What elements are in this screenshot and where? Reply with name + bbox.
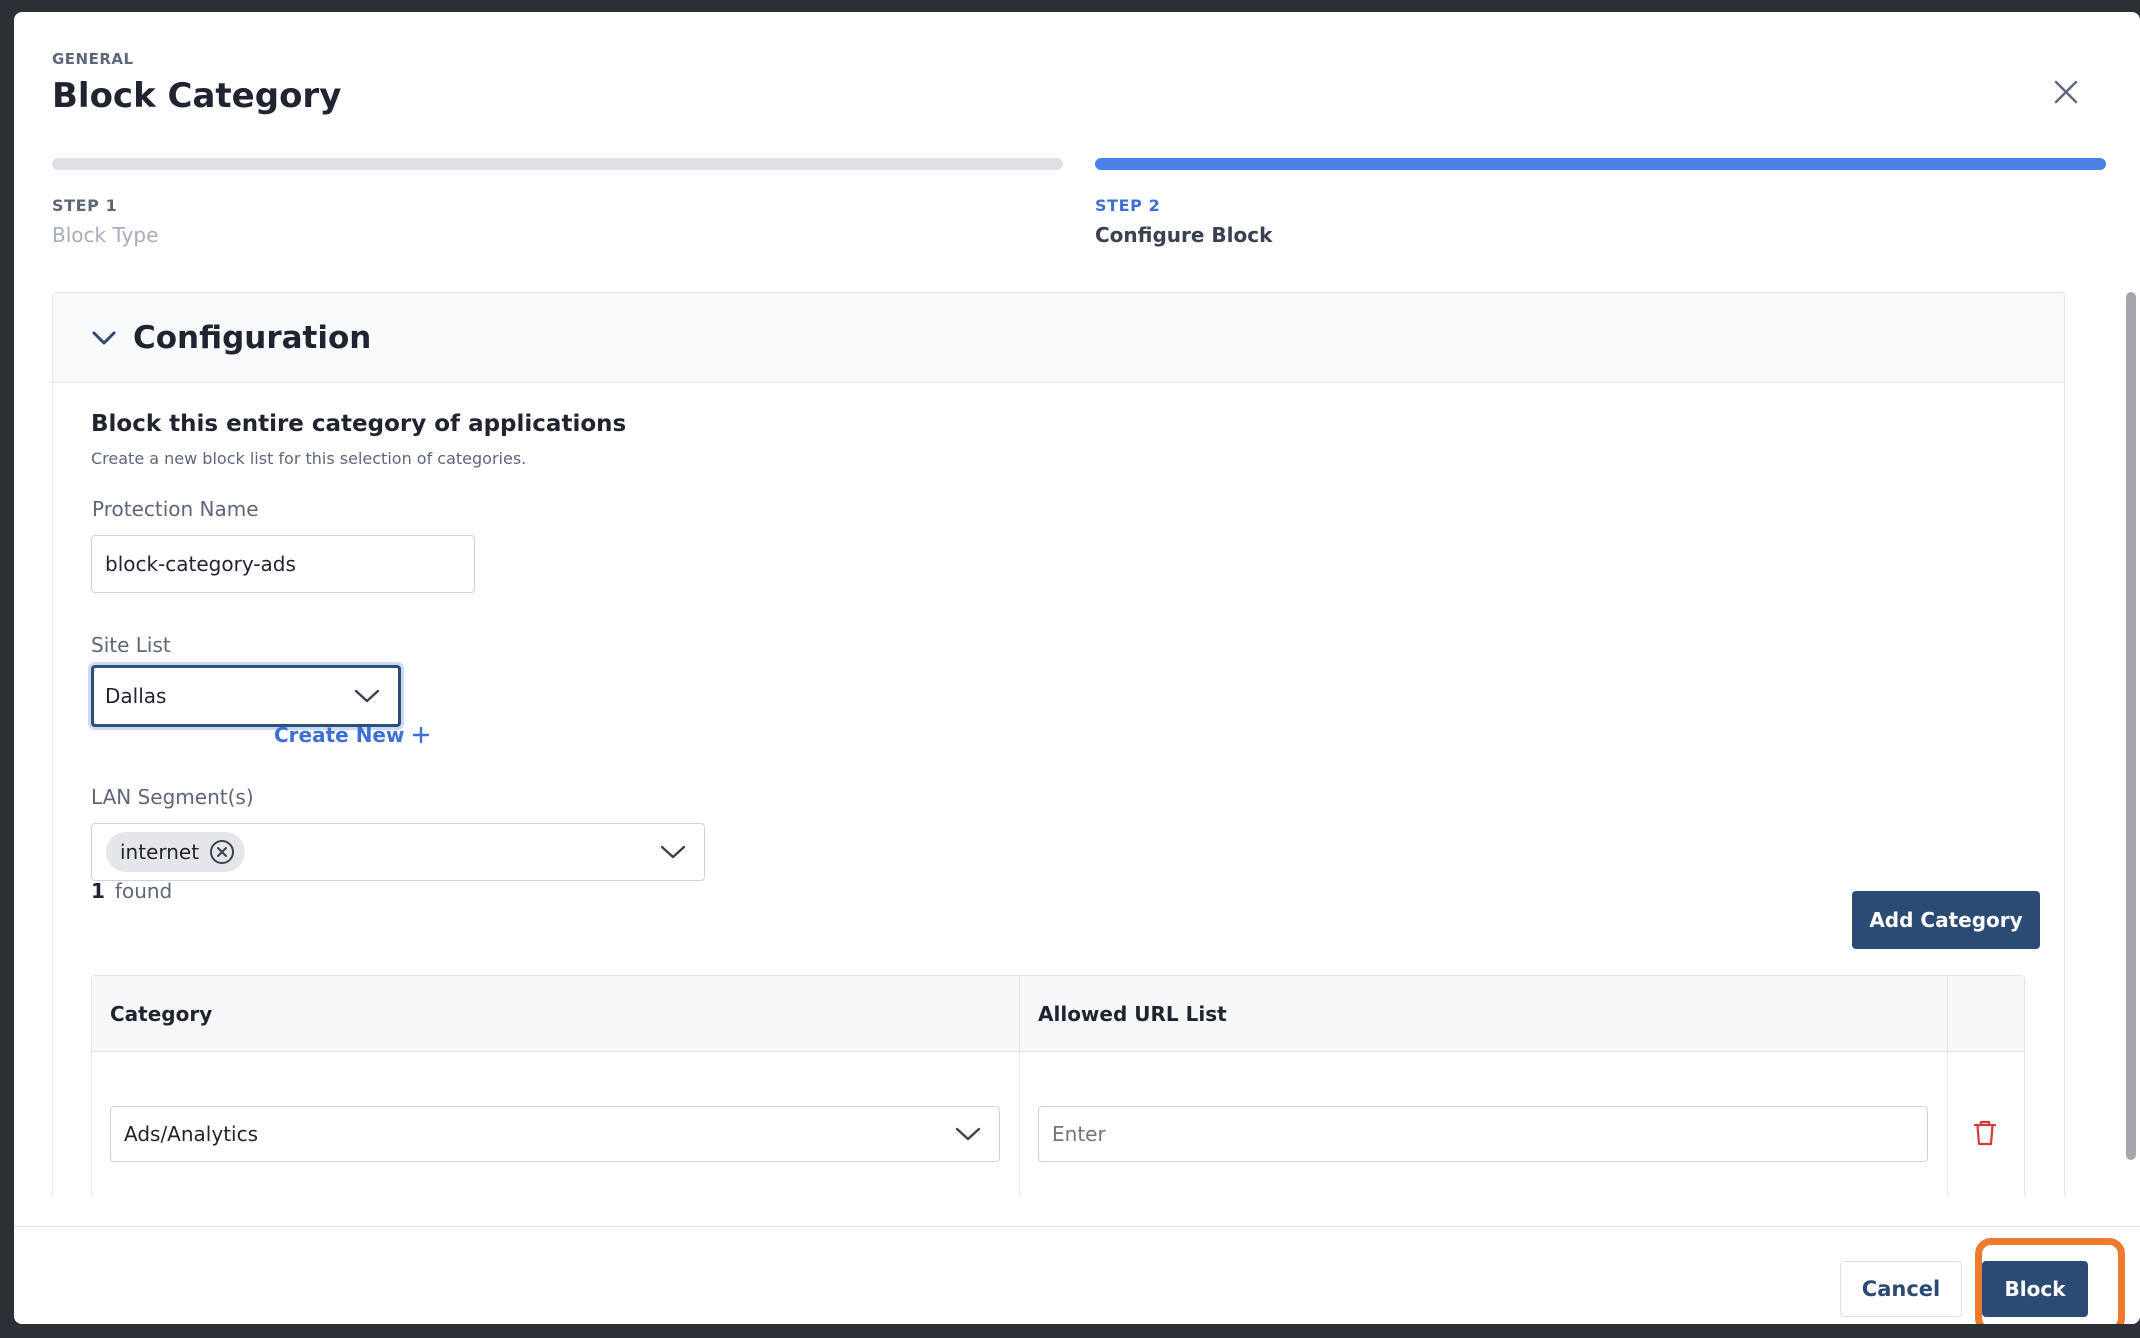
category-cell: Ads/Analytics xyxy=(92,1052,1020,1196)
modal-title: Block Category xyxy=(52,76,342,116)
lan-segments-label: LAN Segment(s) xyxy=(91,785,254,809)
cancel-button[interactable]: Cancel xyxy=(1840,1261,1962,1317)
step-1: STEP 1 Block Type xyxy=(52,158,1063,258)
site-list-label: Site List xyxy=(91,633,171,657)
site-list-value: Dallas xyxy=(105,684,167,708)
plus-icon xyxy=(413,726,430,744)
delete-row-button[interactable] xyxy=(1974,1120,1996,1146)
close-button[interactable] xyxy=(2042,68,2090,116)
configuration-panel: Configuration Block this entire category… xyxy=(52,292,2065,1196)
block-category-modal: GENERAL Block Category STEP 1 Block Type… xyxy=(14,12,2140,1324)
circle-x-icon xyxy=(210,840,235,864)
stepper: STEP 1 Block Type STEP 2 Configure Block xyxy=(52,158,2106,258)
modal-footer: Cancel Block xyxy=(14,1226,2140,1324)
step-1-progress-bar xyxy=(52,158,1063,170)
category-select[interactable]: Ads/Analytics xyxy=(110,1106,1000,1162)
block-button[interactable]: Block xyxy=(1982,1261,2088,1317)
chevron-down-icon xyxy=(955,1127,981,1141)
step-2-label: Configure Block xyxy=(1095,223,1273,247)
lan-segment-chip-label: internet xyxy=(120,840,200,864)
modal-eyebrow: GENERAL xyxy=(52,50,134,68)
configuration-toggle[interactable]: Configuration xyxy=(53,293,2064,383)
allowed-url-cell xyxy=(1020,1052,1948,1196)
close-icon xyxy=(2054,80,2078,104)
chevron-down-icon xyxy=(354,689,380,703)
section-subtitle: Create a new block list for this selecti… xyxy=(91,449,527,468)
create-new-label: Create New xyxy=(274,723,405,747)
step-2-number: STEP 2 xyxy=(1095,196,1161,215)
chevron-down-icon xyxy=(660,845,686,859)
step-1-label: Block Type xyxy=(52,223,159,247)
column-header-allowed-url-list: Allowed URL List xyxy=(1020,976,1948,1051)
step-2-progress-bar xyxy=(1095,158,2106,170)
results-count-label: found xyxy=(114,879,173,903)
category-table: Category Allowed URL List Ads/Analytics xyxy=(91,975,2025,1196)
lan-segment-chip: internet xyxy=(106,832,246,872)
results-count: 1 found xyxy=(91,879,172,903)
trash-icon xyxy=(1974,1120,1996,1146)
lan-segments-select[interactable]: internet xyxy=(91,823,705,881)
column-header-category: Category xyxy=(92,976,1020,1051)
table-row: Ads/Analytics xyxy=(92,1052,2024,1196)
allowed-url-input[interactable] xyxy=(1038,1106,1928,1162)
site-list-select[interactable]: Dallas xyxy=(91,665,401,727)
step-1-number: STEP 1 xyxy=(52,196,118,215)
remove-chip-button[interactable] xyxy=(209,839,235,865)
section-title: Block this entire category of applicatio… xyxy=(91,411,627,437)
step-2: STEP 2 Configure Block xyxy=(1095,158,2106,258)
configuration-title: Configuration xyxy=(133,319,372,356)
protection-name-input[interactable] xyxy=(91,535,475,593)
vertical-scrollbar[interactable] xyxy=(2126,292,2136,1160)
create-new-site-list-link[interactable]: Create New xyxy=(274,723,430,747)
chevron-down-icon xyxy=(92,331,116,344)
add-category-button[interactable]: Add Category xyxy=(1852,891,2040,949)
protection-name-label: Protection Name xyxy=(92,497,259,521)
modal-scroll-area: Configuration Block this entire category… xyxy=(52,280,2140,1196)
table-header: Category Allowed URL List xyxy=(92,976,2024,1052)
category-value: Ads/Analytics xyxy=(124,1122,259,1146)
actions-cell xyxy=(1948,1052,2024,1196)
results-count-number: 1 xyxy=(91,879,105,903)
column-header-actions xyxy=(1948,976,2024,1051)
